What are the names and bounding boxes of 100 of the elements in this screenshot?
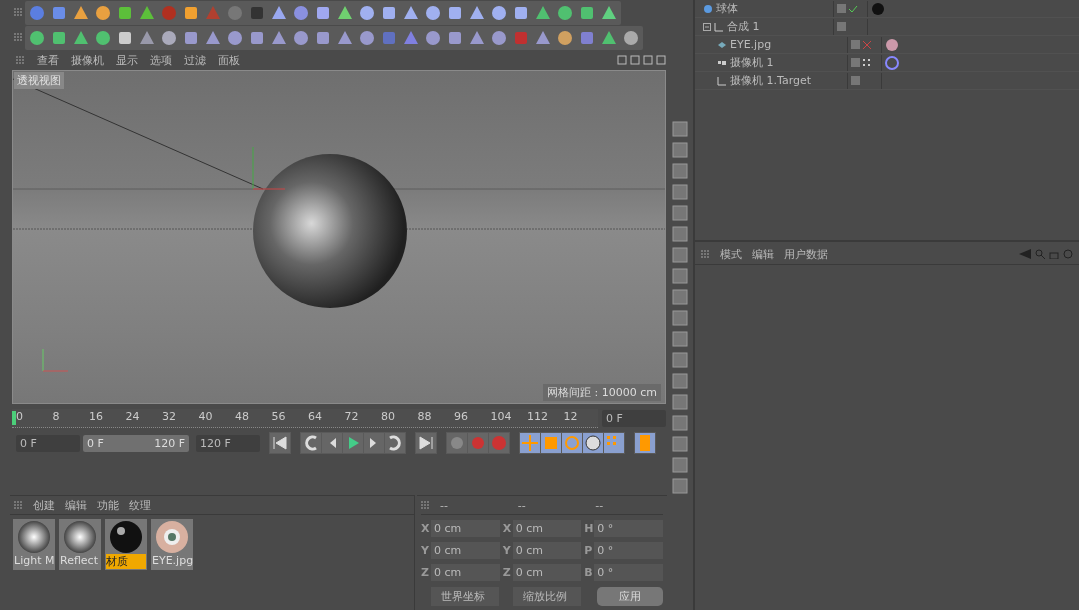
- menu-item[interactable]: 面板: [218, 52, 240, 68]
- material-preview: [17, 520, 51, 554]
- frame-tick-label: 32: [162, 409, 176, 423]
- coordinate-field[interactable]: 0 cm: [431, 542, 500, 559]
- tool-icon[interactable]: [671, 477, 689, 495]
- menu-item[interactable]: 摄像机: [71, 52, 104, 68]
- menu-item[interactable]: 功能: [97, 497, 119, 513]
- object-name[interactable]: 合成 1: [727, 19, 760, 34]
- menu-item[interactable]: 显示: [116, 52, 138, 68]
- frame-tick-label: 112: [527, 409, 548, 423]
- mode-dropdown[interactable]: 缩放比例: [513, 587, 581, 606]
- tool-icon[interactable]: [671, 267, 689, 285]
- cross-icon[interactable]: [862, 39, 872, 50]
- coordinate-field[interactable]: 0 cm: [431, 520, 500, 537]
- menu-item[interactable]: 模式: [720, 246, 742, 262]
- axis-icon: [42, 348, 69, 372]
- step-forward-icon[interactable]: [364, 433, 384, 453]
- menu-item[interactable]: 选项: [150, 52, 172, 68]
- menu-item[interactable]: 纹理: [129, 497, 151, 513]
- prev-key-icon[interactable]: [301, 433, 321, 453]
- grip-icon: [421, 500, 430, 510]
- tool-icon[interactable]: [671, 141, 689, 159]
- tool-icon[interactable]: [671, 225, 689, 243]
- coordinate-field[interactable]: 0 cm: [512, 564, 582, 581]
- tool-icon[interactable]: [671, 393, 689, 411]
- dots-icon[interactable]: [862, 57, 872, 68]
- tool-icon[interactable]: [671, 435, 689, 453]
- material-name: Reflect: [60, 554, 99, 567]
- axis-label: X: [502, 522, 511, 535]
- frame-tick-label: 88: [417, 409, 432, 423]
- record-icon[interactable]: [447, 433, 467, 453]
- axis-label: P: [584, 544, 593, 557]
- coordinate-field[interactable]: 0 cm: [512, 520, 582, 537]
- search-icon[interactable]: [1035, 249, 1045, 259]
- end-frame-field[interactable]: 120 F: [196, 434, 260, 452]
- tool-icon[interactable]: [671, 456, 689, 474]
- tool-icon[interactable]: [671, 309, 689, 327]
- parameter-icon[interactable]: [583, 433, 603, 453]
- viewport-canvas[interactable]: 透视视图 网格间距 : 10000 cm: [12, 70, 666, 404]
- coordinate-field[interactable]: 0 °: [594, 564, 663, 581]
- menu-item[interactable]: 编辑: [752, 246, 774, 262]
- axis-label: Z: [502, 566, 511, 579]
- tool-icon[interactable]: [671, 120, 689, 138]
- menu-item[interactable]: 用户数据: [784, 246, 828, 262]
- menu-item[interactable]: 过滤: [184, 52, 206, 68]
- frame-tick-label: 96: [454, 409, 468, 423]
- material-swatch[interactable]: Reflect: [59, 519, 101, 570]
- object-name[interactable]: 摄像机 1: [730, 55, 774, 70]
- coordinate-field[interactable]: 0 cm: [512, 542, 582, 559]
- timeline-ruler[interactable]: 0 8 16 24 32 40 48 56 64 72 80 88 96 104 112 12: [12, 408, 598, 428]
- grip-icon: [14, 8, 23, 17]
- tool-icon[interactable]: [671, 414, 689, 432]
- material-name: 材质: [106, 554, 146, 569]
- null-object-icon: [717, 75, 727, 86]
- go-start-icon[interactable]: [270, 433, 290, 453]
- range-slider[interactable]: 0 F 120 F: [83, 434, 189, 452]
- coordinate-field[interactable]: 0 °: [594, 542, 663, 559]
- apply-button[interactable]: 应用: [597, 587, 663, 606]
- object-name[interactable]: 摄像机 1.Target: [730, 73, 812, 88]
- frame-tick-label: 48: [235, 409, 249, 423]
- back-arrow-icon[interactable]: [1019, 249, 1031, 259]
- material-name: Light M: [14, 554, 54, 567]
- menu-item[interactable]: 编辑: [65, 497, 87, 513]
- start-frame-field[interactable]: 0 F: [16, 434, 80, 452]
- play-icon[interactable]: [343, 433, 363, 453]
- tool-icon[interactable]: [671, 183, 689, 201]
- image-object-icon: [717, 39, 727, 50]
- grip-icon: [16, 55, 25, 65]
- target-icon[interactable]: [1063, 249, 1073, 259]
- menu-item[interactable]: 查看: [37, 52, 59, 68]
- coordinate-field[interactable]: 0 °: [594, 520, 663, 537]
- expand-icon[interactable]: [703, 22, 711, 31]
- target-tag-icon[interactable]: [885, 55, 899, 70]
- frame-tick-label: 8: [52, 409, 60, 423]
- current-frame-field[interactable]: 0 F: [602, 409, 666, 427]
- range-start-label: 0 F: [87, 436, 104, 450]
- material-tag-icon[interactable]: [871, 1, 885, 16]
- tool-icon[interactable]: [671, 204, 689, 222]
- grid-spacing-label: 网格间距 : 10000 cm: [543, 384, 661, 401]
- menu-item[interactable]: 创建: [33, 497, 55, 513]
- tool-icon[interactable]: [671, 288, 689, 306]
- object-name[interactable]: 球体: [716, 1, 738, 16]
- mode-dropdown[interactable]: 世界坐标: [431, 587, 499, 606]
- tool-icon[interactable]: [671, 330, 689, 348]
- next-key-icon[interactable]: [385, 433, 405, 453]
- material-swatch[interactable]: EYE.jpg: [151, 519, 193, 570]
- playhead[interactable]: [12, 410, 16, 425]
- material-swatch[interactable]: 材质: [105, 519, 147, 570]
- check-icon[interactable]: [848, 3, 858, 14]
- tool-icon[interactable]: [671, 246, 689, 264]
- object-name[interactable]: EYE.jpg: [730, 38, 772, 51]
- step-back-icon[interactable]: [322, 433, 342, 453]
- texture-tag-icon[interactable]: [885, 37, 899, 52]
- tool-icon[interactable]: [671, 372, 689, 390]
- axis-label: H: [584, 522, 593, 535]
- tool-icon[interactable]: [671, 351, 689, 369]
- coordinate-field[interactable]: 0 cm: [431, 564, 500, 581]
- material-swatch[interactable]: Light M: [13, 519, 55, 570]
- go-end-icon[interactable]: [416, 433, 436, 453]
- tool-icon[interactable]: [671, 162, 689, 180]
